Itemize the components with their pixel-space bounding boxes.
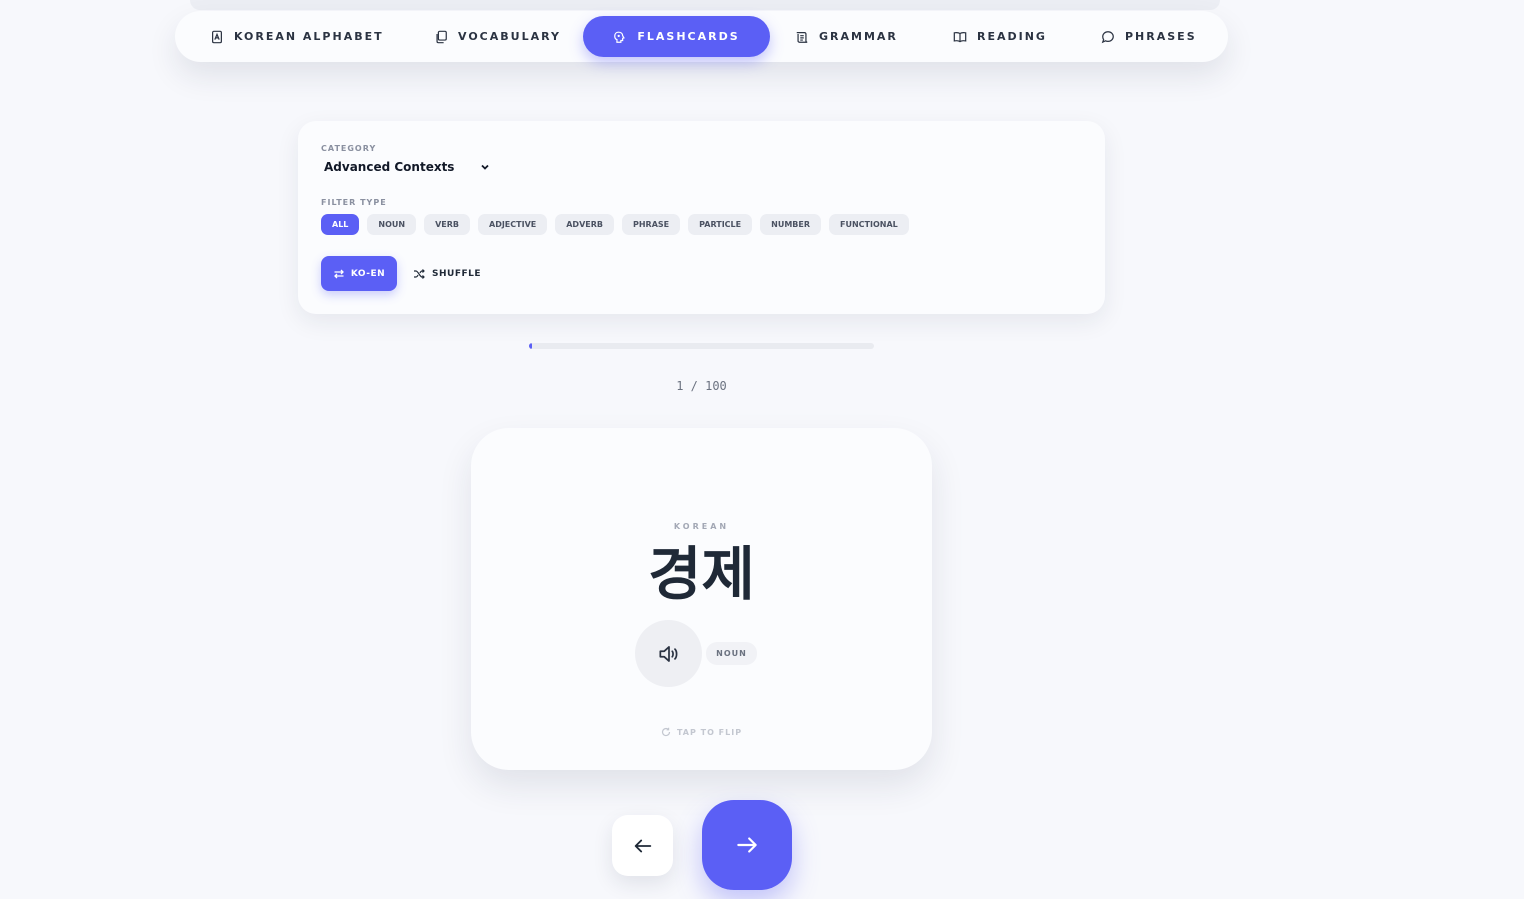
speaker-icon	[658, 645, 677, 662]
flashcard[interactable]: KOREAN 경제 NOUN TAP TO FLIP	[471, 428, 932, 770]
nav-vocabulary[interactable]: VOCABULARY	[434, 16, 561, 57]
filter-chip-phrase[interactable]: PHRASE	[621, 214, 681, 235]
rotate-icon	[661, 727, 671, 737]
play-audio-button[interactable]	[635, 620, 702, 687]
nav-label: FLASHCARDS	[637, 30, 740, 43]
category-value: Advanced Contexts	[324, 160, 455, 174]
nav-phrases[interactable]: PHRASES	[1101, 16, 1197, 57]
filter-chip-functional[interactable]: FUNCTIONAL	[829, 214, 909, 235]
nav-korean-alphabet[interactable]: KOREAN ALPHABET	[210, 16, 384, 57]
part-of-speech-badge: NOUN	[706, 642, 757, 665]
nav-flashcards[interactable]: FLASHCARDS	[583, 16, 770, 57]
nav-label: PHRASES	[1125, 30, 1197, 43]
filter-chip-number[interactable]: NUMBER	[760, 214, 821, 235]
shuffle-button[interactable]: SHUFFLE	[413, 256, 481, 291]
alphabet-icon	[212, 30, 222, 43]
chevron-down-icon	[481, 164, 489, 170]
book-open-icon	[953, 31, 967, 42]
main-nav: KOREAN ALPHABET VOCABULARY FLASHCARDS GR…	[175, 11, 1228, 62]
card-language-label: KOREAN	[673, 522, 730, 531]
filter-chip-adjective[interactable]: ADJECTIVE	[478, 214, 548, 235]
vocabulary-icon	[436, 30, 447, 43]
nav-reading[interactable]: READING	[953, 16, 1047, 57]
direction-label: KO-EN	[350, 268, 386, 279]
filter-chip-verb[interactable]: VERB	[424, 214, 470, 235]
filter-chip-adverb[interactable]: ADVERB	[555, 214, 614, 235]
nav-grammar[interactable]: GRAMMAR	[795, 16, 898, 57]
swap-icon	[333, 269, 344, 278]
nav-label: GRAMMAR	[819, 30, 898, 43]
chat-bubble-icon	[1101, 30, 1114, 43]
flip-hint: TAP TO FLIP	[471, 727, 932, 737]
card-counter: 1 / 100	[676, 379, 727, 393]
category-label: CATEGORY	[321, 144, 377, 153]
filter-chip-all[interactable]: ALL	[321, 214, 360, 235]
flip-hint-text: TAP TO FLIP	[676, 727, 743, 737]
nav-label: READING	[977, 30, 1047, 43]
nav-label: KOREAN ALPHABET	[234, 30, 384, 43]
top-strip	[190, 0, 1220, 10]
filter-chips: ALL NOUN VERB ADJECTIVE ADVERB PHRASE PA…	[321, 214, 909, 235]
category-select[interactable]: Advanced Contexts	[321, 157, 491, 177]
nav-label: VOCABULARY	[458, 30, 561, 43]
arrow-left-icon	[634, 839, 651, 852]
arrow-right-icon	[737, 837, 757, 853]
settings-panel: CATEGORY Advanced Contexts FILTER TYPE A…	[298, 121, 1105, 314]
progress-bar	[529, 343, 874, 349]
progress-fill	[529, 343, 533, 349]
card-word: 경제	[648, 540, 755, 608]
filter-type-label: FILTER TYPE	[321, 198, 387, 207]
flashcards-icon	[614, 31, 626, 43]
filter-chip-particle[interactable]: PARTICLE	[688, 214, 753, 235]
previous-card-button[interactable]	[612, 815, 673, 876]
shuffle-label: SHUFFLE	[432, 268, 482, 279]
grammar-icon	[796, 31, 808, 43]
next-card-button[interactable]	[702, 800, 792, 890]
filter-chip-noun[interactable]: NOUN	[367, 214, 417, 235]
direction-toggle-button[interactable]: KO-EN	[321, 256, 397, 291]
shuffle-icon	[414, 268, 425, 279]
